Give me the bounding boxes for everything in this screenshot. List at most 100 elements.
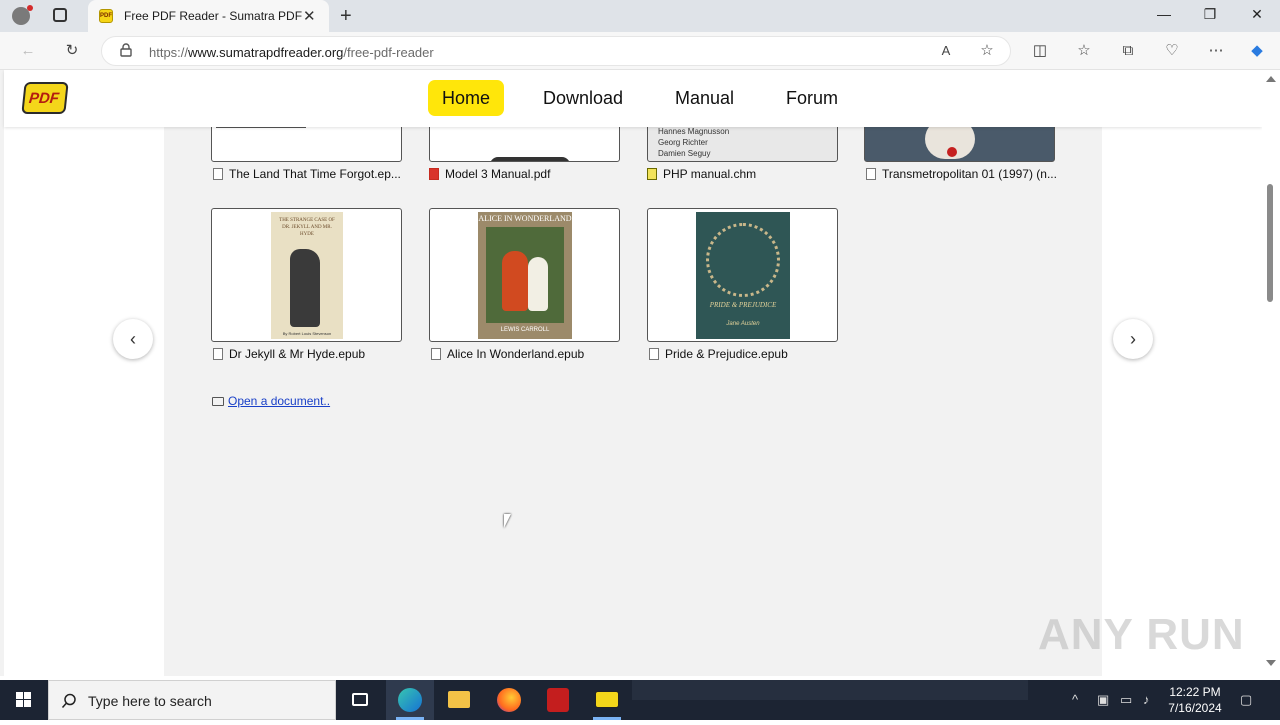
taskbar-clock[interactable]: 12:22 PM 7/16/2024 bbox=[1160, 684, 1230, 716]
windows-taskbar: Type here to search ^ ▣ ▭ ♪ 12:22 PM 7/1… bbox=[0, 680, 1280, 720]
search-icon bbox=[61, 693, 76, 708]
more-menu-icon[interactable]: ⋯ bbox=[1206, 41, 1226, 61]
file-label[interactable]: The Land That Time Forgot.ep... bbox=[213, 167, 401, 181]
file-label[interactable]: Dr Jekyll & Mr Hyde.epub bbox=[213, 347, 365, 361]
cover-title: ALICE IN WONDERLAND bbox=[478, 214, 572, 223]
active-tab[interactable]: PDF Free PDF Reader - Sumatra PDF ✕ bbox=[88, 0, 329, 32]
carousel-next-button[interactable]: › bbox=[1113, 319, 1153, 359]
site-header: PDF Home Download Manual Forum bbox=[4, 70, 1262, 127]
open-document-link[interactable]: Open a document.. bbox=[212, 394, 330, 408]
task-view-glyph bbox=[352, 693, 368, 706]
back-icon[interactable]: ← bbox=[18, 41, 38, 61]
address-bar[interactable]: https://www.sumatrapdfreader.org/free-pd… bbox=[101, 36, 1011, 66]
cover-figure bbox=[528, 257, 548, 311]
folder-icon bbox=[212, 397, 224, 406]
thumb-jekyll-hyde[interactable]: THE STRANGE CASE OF DR. JEKYLL AND MR. H… bbox=[211, 208, 402, 342]
copilot-icon[interactable]: ◆ bbox=[1247, 41, 1267, 61]
menu-manual[interactable]: Manual bbox=[661, 80, 748, 116]
page-right-margin bbox=[1102, 70, 1262, 676]
folder-icon bbox=[448, 691, 470, 708]
sumatra-taskbar-icon[interactable] bbox=[583, 680, 631, 720]
thumb-pride-prejudice[interactable]: PRIDE & PREJUDICE Jane Austen bbox=[647, 208, 838, 342]
tab-actions-icon[interactable] bbox=[53, 8, 67, 22]
file-label[interactable]: Pride & Prejudice.epub bbox=[649, 347, 788, 361]
restore-icon[interactable]: ❐ bbox=[1200, 6, 1220, 26]
split-screen-icon[interactable]: ◫ bbox=[1030, 41, 1050, 61]
task-view-icon[interactable] bbox=[336, 680, 384, 720]
file-icon bbox=[213, 348, 223, 360]
mouse-cursor bbox=[504, 514, 511, 528]
show-hidden-icons-icon[interactable]: ^ bbox=[1072, 692, 1078, 707]
menu-home[interactable]: Home bbox=[428, 80, 505, 116]
file-label[interactable]: Transmetropolitan 01 (1997) (n... bbox=[866, 167, 1057, 181]
pdf-file-icon bbox=[429, 168, 439, 180]
scroll-up-icon[interactable] bbox=[1266, 76, 1276, 82]
file-icon bbox=[213, 168, 223, 180]
taskbar-spacer bbox=[632, 680, 1028, 700]
window-close-icon[interactable]: ✕ bbox=[1247, 6, 1267, 26]
notification-dot bbox=[27, 5, 33, 11]
firefox-taskbar-icon[interactable] bbox=[485, 680, 533, 720]
thumb-alice-wonderland[interactable]: ALICE IN WONDERLAND LEWIS CARROLL bbox=[429, 208, 620, 342]
minimize-icon[interactable]: — bbox=[1154, 6, 1174, 26]
volume-icon[interactable]: ♪ bbox=[1143, 692, 1150, 707]
url-text[interactable]: https://www.sumatrapdfreader.org/free-pd… bbox=[149, 45, 434, 60]
scroll-thumb[interactable] bbox=[1267, 184, 1273, 302]
search-placeholder: Type here to search bbox=[88, 693, 212, 709]
sumatra-favicon-icon: PDF bbox=[99, 9, 113, 23]
thumb-author-line: Damien Seguy bbox=[658, 149, 711, 158]
firefox-icon bbox=[497, 688, 521, 712]
tab-close-icon[interactable]: ✕ bbox=[303, 7, 316, 25]
menu-forum[interactable]: Forum bbox=[772, 80, 852, 116]
favorite-star-icon[interactable]: ☆ bbox=[977, 41, 997, 61]
clock-date: 7/16/2024 bbox=[1168, 701, 1222, 715]
cover-figure bbox=[502, 251, 528, 311]
edge-taskbar-icon[interactable] bbox=[386, 680, 434, 720]
sumatra-icon bbox=[595, 691, 619, 708]
web-page: PDF Home Download Manual Forum The Land … bbox=[0, 70, 1262, 676]
start-button[interactable] bbox=[0, 680, 48, 720]
file-icon bbox=[866, 168, 876, 180]
device-icon[interactable]: ▣ bbox=[1097, 692, 1109, 708]
menu-download[interactable]: Download bbox=[529, 80, 637, 116]
anyrun-watermark: ANY RUN bbox=[1038, 610, 1245, 659]
lock-icon bbox=[120, 43, 132, 57]
thumb-graphic bbox=[490, 157, 570, 161]
tab-title: Free PDF Reader - Sumatra PDF bbox=[124, 9, 303, 23]
refresh-icon[interactable]: ↻ bbox=[62, 41, 82, 61]
browser-navbar: ← ↻ https://www.sumatrapdfreader.org/fre… bbox=[0, 32, 1280, 70]
cover-author: Jane Austen bbox=[726, 321, 760, 327]
carousel-prev-button[interactable]: ‹ bbox=[113, 319, 153, 359]
file-label[interactable]: Model 3 Manual.pdf bbox=[429, 167, 550, 181]
favorites-icon[interactable]: ☆ bbox=[1074, 41, 1094, 61]
taskbar-search[interactable]: Type here to search bbox=[48, 680, 336, 720]
file-icon bbox=[431, 348, 441, 360]
read-aloud-icon[interactable]: A bbox=[936, 41, 956, 61]
red-app-icon bbox=[547, 688, 569, 712]
file-icon bbox=[649, 348, 659, 360]
thumb-art bbox=[947, 147, 957, 157]
cover-title: PRIDE & PREJUDICE bbox=[709, 301, 777, 309]
browser-titlebar: PDF Free PDF Reader - Sumatra PDF ✕ + — … bbox=[0, 0, 1280, 32]
cover-author: By Robert Louis Stevenson bbox=[282, 331, 332, 336]
network-icon[interactable]: ▭ bbox=[1120, 692, 1132, 708]
file-label[interactable]: Alice In Wonderland.epub bbox=[431, 347, 584, 361]
cover-figure bbox=[290, 249, 320, 327]
page-scrollbar[interactable] bbox=[1262, 70, 1280, 676]
file-explorer-taskbar-icon[interactable] bbox=[435, 680, 483, 720]
notifications-icon[interactable]: ▢ bbox=[1240, 692, 1252, 708]
scroll-down-icon[interactable] bbox=[1266, 660, 1276, 666]
thumb-author-line: Hannes Magnusson bbox=[658, 127, 730, 136]
clock-time: 12:22 PM bbox=[1169, 685, 1221, 699]
file-label[interactable]: PHP manual.chm bbox=[647, 167, 756, 181]
edge-icon bbox=[398, 688, 422, 712]
chm-file-icon bbox=[647, 168, 657, 180]
new-tab-icon[interactable]: + bbox=[340, 5, 352, 28]
windows-logo-icon bbox=[16, 692, 31, 707]
collections-icon[interactable]: ⧉ bbox=[1118, 41, 1138, 61]
app-taskbar-icon[interactable] bbox=[534, 680, 582, 720]
cover-author: LEWIS CARROLL bbox=[500, 327, 550, 333]
browser-essentials-icon[interactable]: ♡ bbox=[1162, 41, 1182, 61]
cover-title: THE STRANGE CASE OF DR. JEKYLL AND MR. H… bbox=[279, 218, 335, 237]
sumatra-logo[interactable]: PDF bbox=[21, 82, 69, 114]
